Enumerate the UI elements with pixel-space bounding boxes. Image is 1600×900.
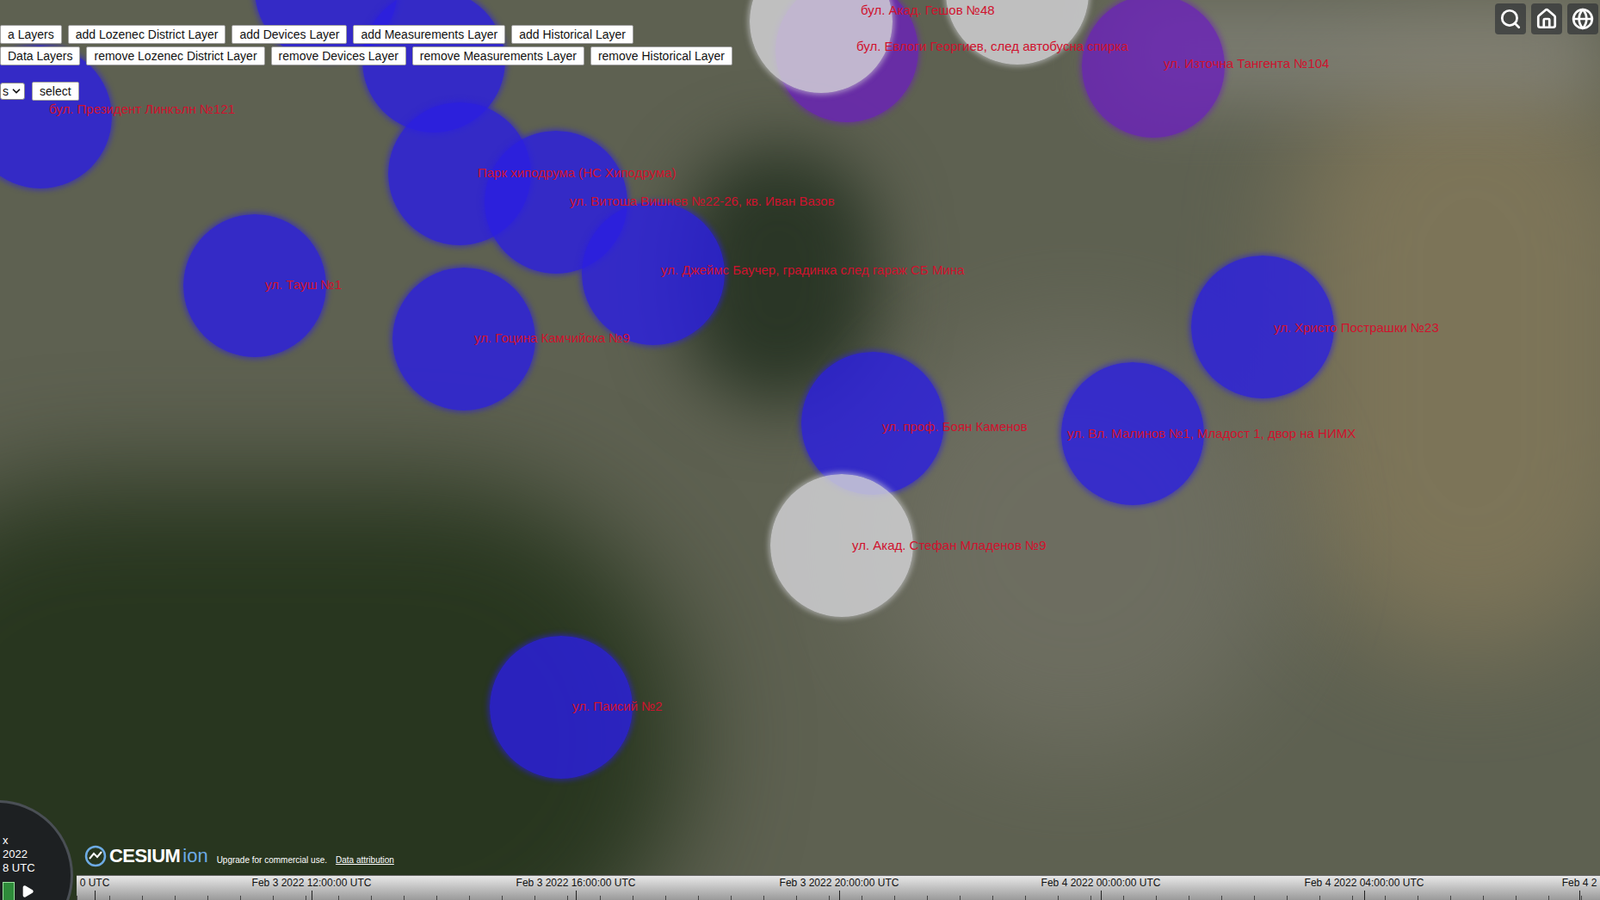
marker-label: бул. Акад. Гешов №48 (860, 2, 995, 19)
home-icon (1535, 7, 1558, 31)
marker-label: ул. Витоша Вишнев №22-26, кв. Иван Вазов (569, 193, 835, 210)
add-layer-button[interactable]: add Historical Layer (511, 24, 634, 44)
marker-label: ул. проф. Боян Каменов (882, 419, 1028, 435)
timeline-tick-label: Feb 3 2022 16:00:00 UTC (516, 877, 637, 890)
marker-label: ул. Източна Тангента №104 (1163, 55, 1329, 72)
marker-label: ул. Акад. Стефан Младенов №9 (852, 537, 1046, 554)
upgrade-text: Upgrade for commercial use. (216, 855, 328, 866)
remove-layer-button[interactable]: remove Historical Layer (590, 46, 733, 66)
add-layer-button[interactable]: add Devices Layer (231, 24, 347, 44)
add-layer-button[interactable]: add Lozenec District Layer (67, 24, 227, 44)
marker-label: бул. Евлоги Георгиев, след автобусна спи… (856, 38, 1129, 55)
timeline-tick-label: Feb 4 2022 00:00:00 UTC (1041, 877, 1162, 890)
marker-label: бул. Президент Линкълн №121 (49, 101, 235, 118)
timeline-tick-label: Feb 4 2022 04:00:00 UTC (1304, 877, 1425, 890)
marker-label: ул. Паисий №2 (572, 698, 663, 715)
pause-button[interactable] (2, 882, 15, 900)
timeline-tick-label: 0 UTC (80, 877, 111, 890)
timeline-tick-label: Feb 4 2 (1562, 877, 1598, 890)
select-button[interactable]: select (31, 81, 80, 101)
play-button[interactable] (18, 882, 38, 900)
marker-label: Парк хиподрума (НС Хиподрума) (477, 165, 677, 181)
marker-label: ул. Тауш №1 (265, 277, 342, 293)
play-icon (20, 884, 35, 899)
search-button[interactable] (1494, 3, 1526, 35)
remove-layer-button[interactable]: remove Measurements Layer (412, 46, 585, 66)
sensor-marker[interactable] (0, 45, 112, 189)
speed-text: x (2, 833, 36, 848)
time-text: 8 UTC (2, 861, 36, 876)
add-layer-button[interactable]: a Layers (0, 24, 62, 44)
home-button[interactable] (1531, 3, 1563, 35)
layer-toolbar: a Layersadd Lozenec District Layeradd De… (0, 24, 733, 101)
timeline-tick-label: Feb 3 2022 20:00:00 UTC (779, 877, 900, 890)
cesium-map-app: бул. Президент Линкълн №121 Парк хиподрум… (0, 0, 1600, 900)
timeline[interactable]: 0 UTC Feb 3 2022 12:00:00 UTC Feb 3 2022 1… (76, 875, 1600, 900)
marker-label: ул. Христо Пострашки №23 (1273, 320, 1440, 336)
remove-layer-button[interactable]: remove Lozenec District Layer (86, 46, 265, 66)
add-layer-button[interactable]: add Measurements Layer (352, 24, 506, 44)
map-controls (1494, 3, 1599, 35)
remove-layer-button[interactable]: remove Devices Layer (271, 46, 407, 66)
globe-button[interactable] (1567, 3, 1599, 35)
marker-label: ул. Джеймс Баучер, градинка след гараж С… (661, 262, 964, 278)
cesium-logo-icon (84, 845, 107, 868)
remove-layer-button[interactable]: Data Layers (0, 46, 81, 66)
marker-label: ул. Вл. Малинов №1, Младост 1, двор на Н… (1067, 426, 1356, 442)
layer-select[interactable]: s (0, 82, 25, 100)
search-icon (1499, 7, 1522, 31)
satellite-imagery[interactable] (0, 0, 1600, 900)
cesium-logo: CESIUMion (84, 845, 209, 868)
globe-icon (1571, 7, 1594, 31)
date-text: 2022 (2, 847, 36, 862)
credits: CESIUMion Upgrade for commercial use. Data… (84, 845, 395, 868)
timeline-tick-label: Feb 3 2022 12:00:00 UTC (252, 877, 372, 890)
chevron-down-icon (10, 85, 23, 98)
marker-label: ул. Гоцина Камчийска №9 (474, 330, 631, 346)
data-attribution-link[interactable]: Data attribution (335, 855, 395, 866)
